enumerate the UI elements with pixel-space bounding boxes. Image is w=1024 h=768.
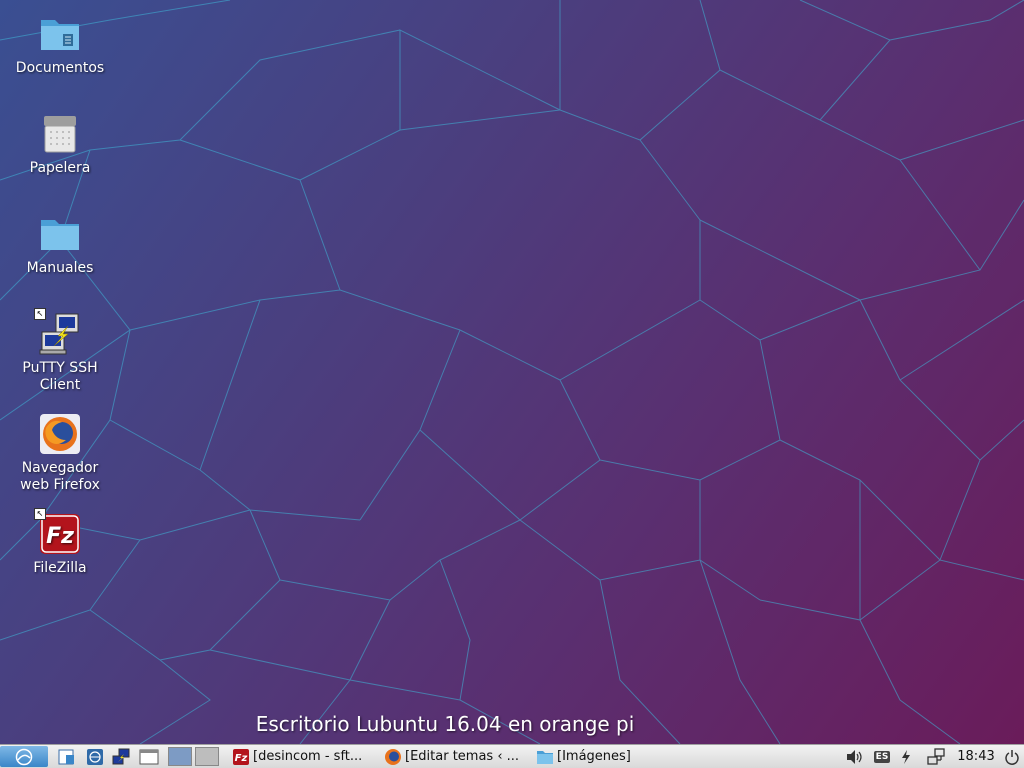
- desktop-icon-label: Papelera: [29, 160, 91, 176]
- trash-icon: [38, 112, 82, 156]
- desktop-icon-documentos[interactable]: Documentos: [10, 12, 110, 77]
- shutdown-button[interactable]: [1002, 746, 1022, 767]
- folder-icon: [38, 212, 82, 256]
- desktop-caption: Escritorio Lubuntu 16.04 en orange pi: [255, 712, 635, 736]
- window-icon: [139, 749, 159, 764]
- battery-charging-icon: [902, 749, 910, 764]
- desktop-icon-label: PuTTY SSH Client: [22, 360, 98, 393]
- power-status-button[interactable]: [896, 746, 916, 767]
- filezilla-icon: Fz: [233, 748, 249, 765]
- folder-icon: [537, 750, 553, 764]
- desktop-icon-label: Manuales: [26, 260, 94, 276]
- desktop-icon-label: FileZilla: [33, 560, 87, 576]
- desktop-icon-manuales[interactable]: Manuales: [10, 212, 110, 277]
- quicklaunch-file-manager[interactable]: [56, 746, 78, 767]
- desktop-icon-filezilla[interactable]: ↖ Fz FileZilla: [10, 508, 110, 577]
- wallpaper: [0, 0, 1024, 744]
- svg-text:Fz: Fz: [46, 524, 74, 549]
- network-icon: [927, 747, 945, 765]
- clock[interactable]: 18:43: [956, 746, 996, 767]
- file-manager-icon: [58, 749, 74, 764]
- svg-text:Fz: Fz: [235, 753, 248, 764]
- quicklaunch-network[interactable]: [84, 746, 106, 767]
- task-label: [desincom - sft...: [253, 749, 363, 764]
- keyboard-layout-label: ES: [873, 750, 891, 763]
- keyboard-layout-indicator[interactable]: ES: [872, 746, 892, 767]
- taskbar-task-filezilla[interactable]: Fz [desincom - sft...: [230, 746, 378, 767]
- task-label: [Imágenes]: [557, 749, 631, 764]
- network-status-button[interactable]: [926, 746, 946, 767]
- filezilla-icon: ↖ Fz: [34, 508, 82, 556]
- desktop-icon-firefox[interactable]: Navegador web Firefox: [10, 412, 110, 494]
- putty-icon: [112, 748, 130, 764]
- desktop[interactable]: Documentos Papelera Manuales ↖ PuTTY SSH…: [0, 0, 1024, 744]
- firefox-icon: [385, 748, 401, 765]
- quicklaunch-putty[interactable]: [110, 746, 132, 767]
- quicklaunch-window[interactable]: [138, 746, 160, 767]
- volume-button[interactable]: [844, 746, 864, 767]
- power-icon: [1005, 749, 1019, 765]
- workspace-1[interactable]: [168, 747, 192, 766]
- volume-icon: [847, 749, 862, 764]
- putty-icon: ↖: [34, 308, 82, 356]
- shortcut-arrow-icon: ↖: [34, 508, 46, 520]
- lubuntu-logo-icon: [15, 748, 33, 765]
- taskbar-task-imagenes[interactable]: [Imágenes]: [534, 746, 682, 767]
- desktop-icon-label: Documentos: [15, 60, 105, 76]
- folder-documents-icon: [38, 12, 82, 56]
- taskbar-task-firefox[interactable]: [Editar temas ‹ ...: [382, 746, 530, 767]
- firefox-icon: [38, 412, 82, 456]
- desktop-icon-label: Navegador web Firefox: [20, 460, 100, 493]
- shortcut-arrow-icon: ↖: [34, 308, 46, 320]
- workspace-2[interactable]: [195, 747, 219, 766]
- network-globe-icon: [87, 748, 103, 765]
- start-menu-button[interactable]: [0, 746, 48, 767]
- desktop-icon-putty[interactable]: ↖ PuTTY SSH Client: [10, 308, 110, 394]
- desktop-icon-papelera[interactable]: Papelera: [10, 112, 110, 177]
- task-label: [Editar temas ‹ ...: [405, 749, 520, 764]
- taskbar: Fz [desincom - sft... [Editar temas ‹ ..…: [0, 744, 1024, 768]
